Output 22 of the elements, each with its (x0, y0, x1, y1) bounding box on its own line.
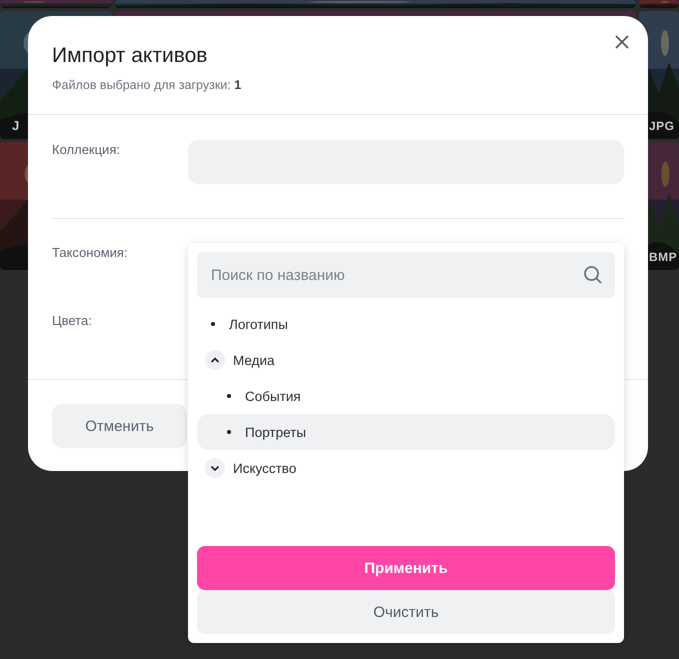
search-icon (583, 265, 603, 285)
file-type-label: JPG (649, 119, 675, 133)
tree-item[interactable]: Искусство (197, 450, 615, 486)
field-label: Таксономия: (52, 244, 129, 262)
tree-item[interactable]: Портреты (197, 414, 615, 450)
dialog-title: Импорт активов (52, 43, 208, 69)
field-label: Цвета: (52, 312, 93, 330)
file-type-label: BMP (649, 250, 678, 264)
bullet-icon (211, 322, 215, 326)
tree-item[interactable]: Медиа (197, 342, 615, 378)
tree-item[interactable]: События (197, 378, 615, 414)
bullet-icon (227, 430, 231, 434)
tree-item[interactable]: Логотипы (197, 306, 615, 342)
dialog-subtitle: Файлов выбрано для загрузки: 1 (52, 77, 242, 94)
chevron-down-icon[interactable] (205, 458, 225, 478)
clear-button[interactable]: Очистить (197, 590, 615, 634)
search-field[interactable]: Поиск по названию (197, 252, 615, 298)
chevron-up-icon[interactable] (205, 350, 225, 370)
file-type-label: J (12, 118, 20, 133)
cancel-button[interactable]: Отменить (52, 404, 187, 448)
field-label: Коллекция: (52, 141, 121, 159)
bullet-icon (227, 394, 231, 398)
